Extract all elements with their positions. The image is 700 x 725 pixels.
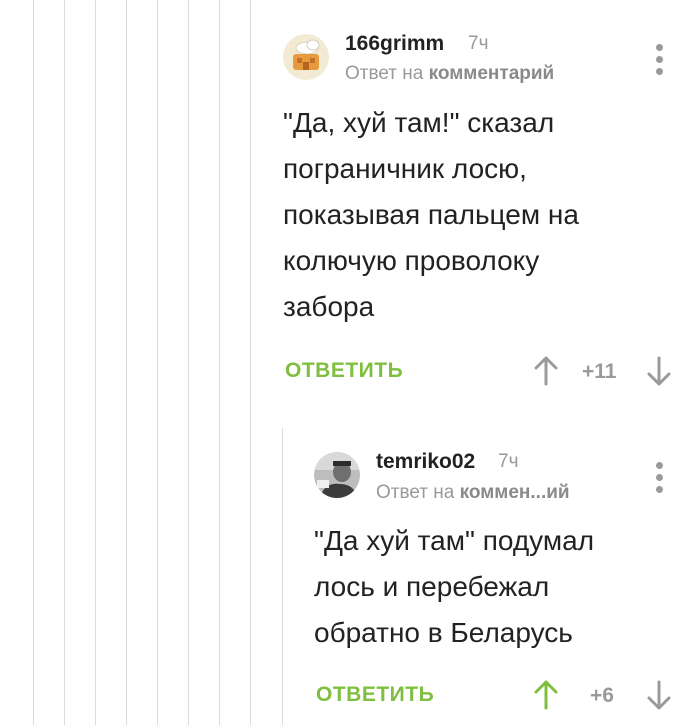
thread-line-4 bbox=[126, 0, 127, 725]
thread-line-1 bbox=[33, 0, 34, 725]
timestamp: 7ч bbox=[468, 33, 489, 54]
arrow-down-icon[interactable] bbox=[647, 680, 671, 710]
thread-line-9 bbox=[282, 428, 283, 725]
arrow-down-icon[interactable] bbox=[647, 356, 671, 386]
thread-line-2 bbox=[64, 0, 65, 725]
thread-line-7 bbox=[219, 0, 220, 725]
reply-prefix: Ответ на bbox=[345, 63, 424, 84]
avatar[interactable] bbox=[283, 34, 329, 80]
thread-line-8 bbox=[250, 0, 251, 725]
avatar[interactable] bbox=[314, 452, 360, 498]
more-vertical-icon[interactable] bbox=[653, 44, 665, 78]
thread-line-6 bbox=[188, 0, 189, 725]
thread-line-3 bbox=[95, 0, 96, 725]
thread-line-5 bbox=[157, 0, 158, 725]
avatar-image bbox=[283, 34, 329, 80]
comment-text: "Да хуй там" подумал лось и перебежал об… bbox=[314, 525, 595, 648]
reply-to: Ответ на комментарий bbox=[345, 63, 554, 85]
rating: +11 bbox=[582, 360, 617, 383]
rating: +6 bbox=[590, 684, 614, 707]
more-vertical-icon[interactable] bbox=[653, 462, 665, 496]
reply-target-link[interactable]: комментарий bbox=[429, 63, 555, 84]
reply-button[interactable]: ОТВЕТИТЬ bbox=[316, 683, 434, 707]
arrow-up-icon[interactable] bbox=[534, 680, 558, 710]
reply-button[interactable]: ОТВЕТИТЬ bbox=[285, 359, 403, 383]
username[interactable]: 166grimm bbox=[345, 32, 444, 56]
arrow-up-icon[interactable] bbox=[534, 356, 558, 386]
reply-to: Ответ на коммен...ий bbox=[376, 482, 570, 504]
comment-text: "Да, хуй там!" сказал пограничник лосю, … bbox=[283, 107, 579, 322]
reply-prefix: Ответ на bbox=[376, 482, 455, 503]
username[interactable]: temriko02 bbox=[376, 450, 475, 474]
reply-target-link[interactable]: коммен...ий bbox=[460, 482, 570, 503]
avatar-image bbox=[314, 452, 360, 498]
timestamp: 7ч bbox=[498, 451, 519, 472]
